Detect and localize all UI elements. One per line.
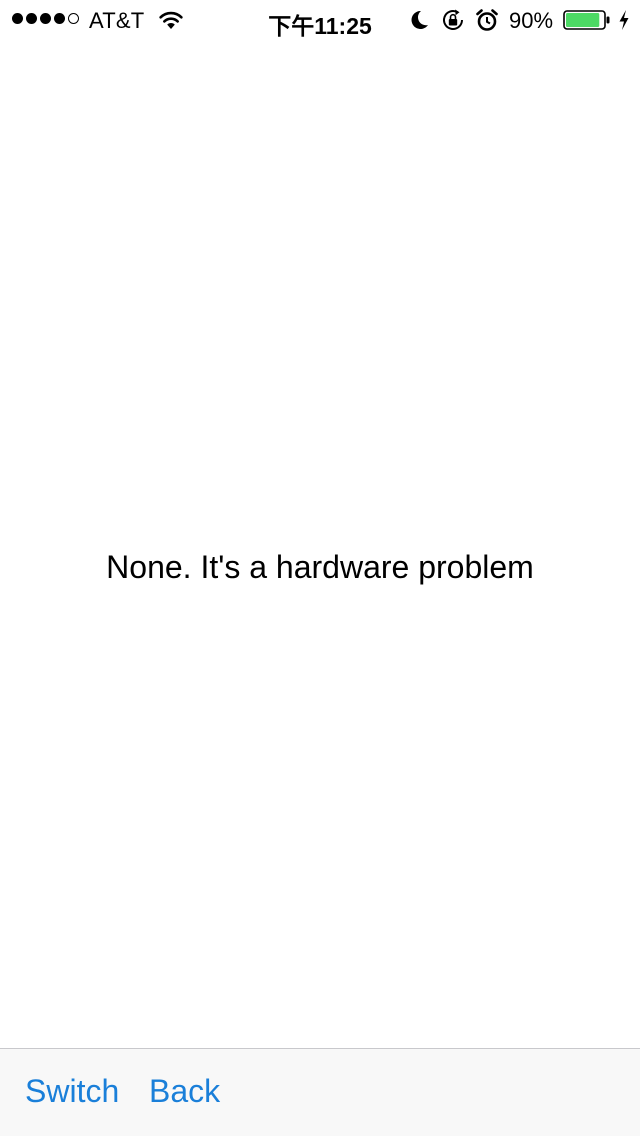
moon-icon <box>411 10 428 29</box>
battery-percentage: 90% <box>509 8 554 33</box>
charging-bolt-icon <box>619 10 629 30</box>
app-screen: AT&T 下午11:25 90% None. It's a hardware p… <box>0 0 640 1136</box>
rotation-lock-icon <box>443 9 463 30</box>
bottom-toolbar: Switch Back <box>0 1048 640 1136</box>
battery-icon <box>563 10 610 30</box>
answer-message: None. It's a hardware problem <box>106 549 534 585</box>
alarm-icon <box>476 9 498 31</box>
back-button[interactable]: Back <box>149 1073 220 1110</box>
status-bar: AT&T 下午11:25 90% <box>0 0 640 40</box>
switch-button[interactable]: Switch <box>25 1073 119 1110</box>
